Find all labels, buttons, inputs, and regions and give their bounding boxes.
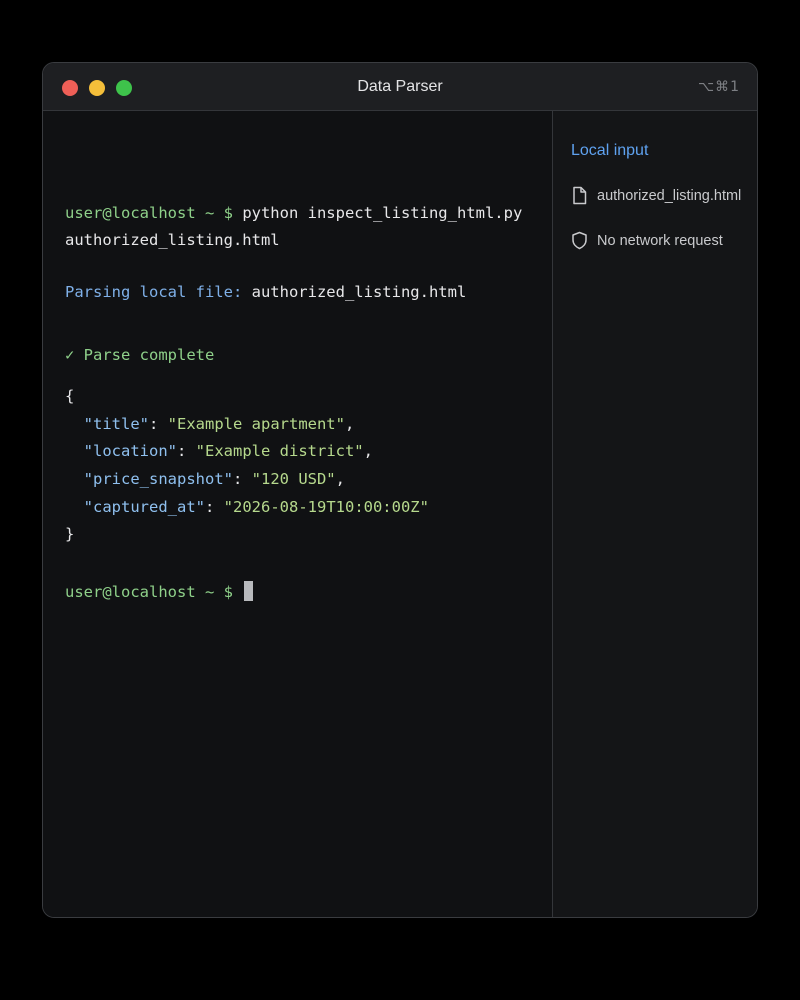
terminal-window: Data Parser ⌥⌘1 user@localhost ~ $ pytho… <box>42 62 758 918</box>
side-panel-heading: Local input <box>571 142 649 159</box>
prompt: user@localhost ~ $ <box>65 204 233 222</box>
json-field-title: "title": "Example apartment", <box>83 415 355 433</box>
command-continuation: authorized_listing.html <box>65 231 280 249</box>
file-icon <box>571 186 588 205</box>
side-item-network-status: No network request <box>571 231 723 250</box>
active-prompt-line[interactable]: user@localhost ~ $ <box>65 581 254 602</box>
json-field-location: "location": "Example district", <box>83 442 373 460</box>
parsing-label: Parsing local file: <box>65 283 243 301</box>
text-cursor <box>244 581 254 601</box>
json-close-brace: } <box>65 525 75 543</box>
title-bar: Data Parser ⌥⌘1 <box>43 63 757 111</box>
side-item-label: No network request <box>597 232 723 249</box>
parsing-file: authorized_listing.html <box>242 283 467 301</box>
json-field-price-snapshot: "price_snapshot": "120 USD", <box>83 470 345 488</box>
side-panel: Local input authorized_listing.html No n… <box>552 111 757 917</box>
command-line: user@localhost ~ $ python inspect_listin… <box>65 203 522 223</box>
parsing-line: Parsing local file: authorized_listing.h… <box>65 282 466 302</box>
window-title: Data Parser <box>357 78 443 95</box>
keyboard-shortcut: ⌥⌘1 <box>697 79 740 95</box>
side-item-label: authorized_listing.html <box>597 187 742 204</box>
json-field-captured-at: "captured_at": "2026-08-19T10:00:00Z" <box>83 498 429 516</box>
prompt: user@localhost ~ $ <box>65 583 233 601</box>
parse-complete-message: ✓ Parse complete <box>65 346 215 364</box>
json-open-brace: { <box>65 387 75 405</box>
terminal-output[interactable]: user@localhost ~ $ python inspect_listin… <box>43 111 552 917</box>
command-text: python inspect_listing_html.py <box>232 204 523 222</box>
shield-icon <box>571 231 588 250</box>
side-item-input-file[interactable]: authorized_listing.html <box>571 186 741 205</box>
